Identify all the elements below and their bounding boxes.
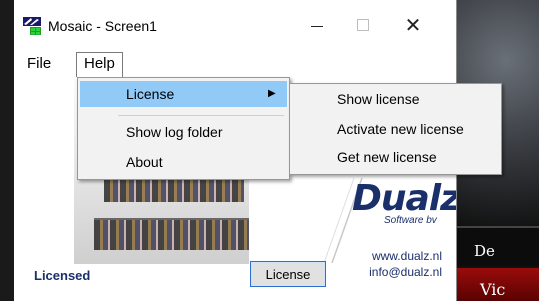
menu-item-about[interactable]: About	[80, 149, 287, 175]
window-title: Mosaic - Screen1	[48, 18, 157, 34]
menu-item-show-license[interactable]: Show license	[292, 86, 499, 112]
license-submenu: Show license Activate new license Get ne…	[289, 83, 502, 175]
menu-item-label: Activate new license	[337, 121, 464, 137]
help-menu-dropdown: License ▶ Show log folder About	[77, 77, 290, 180]
menu-help[interactable]: Help	[76, 52, 123, 77]
photo-shelf	[104, 178, 244, 202]
contact-info: www.dualz.nl info@dualz.nl	[352, 248, 442, 280]
menu-item-label: License	[126, 86, 175, 102]
menu-item-label: Show log folder	[126, 124, 223, 140]
close-button[interactable]: ✕	[390, 0, 436, 50]
menu-item-activate-new-license[interactable]: Activate new license	[292, 116, 499, 142]
title-bar[interactable]: Mosaic - Screen1 ✕	[14, 0, 456, 50]
background-text-1: De	[474, 242, 495, 260]
photo-shelf	[94, 218, 249, 250]
menu-item-license[interactable]: License ▶	[80, 81, 287, 107]
minimize-icon	[311, 25, 323, 27]
menu-item-label: Get new license	[337, 149, 437, 165]
maximize-button[interactable]	[340, 0, 386, 50]
minimize-button[interactable]	[294, 0, 340, 50]
website-link[interactable]: www.dualz.nl	[352, 248, 442, 264]
dualz-logo: Dualz	[352, 178, 456, 219]
menu-item-get-new-license[interactable]: Get new license	[292, 144, 499, 170]
license-status: Licensed	[34, 268, 91, 283]
app-icon	[23, 17, 41, 35]
menu-separator	[118, 115, 284, 116]
maximize-icon	[357, 19, 369, 31]
menu-item-show-log-folder[interactable]: Show log folder	[80, 119, 287, 145]
email-link[interactable]: info@dualz.nl	[352, 264, 442, 280]
menu-bar: File Help	[14, 50, 456, 78]
menu-item-label: About	[126, 154, 163, 170]
menu-file[interactable]: File	[20, 53, 58, 75]
license-button[interactable]: License	[250, 261, 326, 287]
dualz-logo-subtitle: Software bv	[384, 215, 437, 226]
menu-item-label: Show license	[337, 91, 420, 107]
close-icon: ✕	[404, 13, 422, 37]
background-text-2: Vic	[480, 280, 506, 299]
submenu-arrow-icon: ▶	[268, 88, 276, 99]
